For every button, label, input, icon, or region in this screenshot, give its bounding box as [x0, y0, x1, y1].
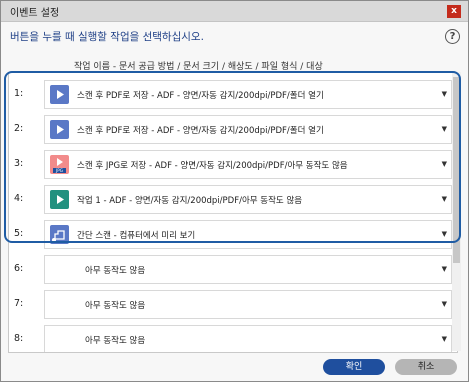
- job-select[interactable]: 아무 동작도 않음 ▼: [44, 325, 452, 352]
- row-number: 6:: [14, 263, 24, 274]
- close-button[interactable]: x: [447, 5, 461, 18]
- job-label: 아무 동작도 않음: [85, 301, 146, 311]
- list-item: 6: 아무 동작도 않음 ▼: [9, 251, 457, 286]
- dropdown-arrow-icon[interactable]: ▼: [442, 300, 447, 308]
- dialog-title: 이벤트 설정: [10, 8, 60, 19]
- selection-highlight: [4, 71, 461, 243]
- row-number: 8:: [14, 333, 24, 344]
- cancel-button[interactable]: 취소: [395, 359, 457, 375]
- event-settings-dialog: 이벤트 설정 x 버튼을 누를 때 실행할 작업을 선택하십시오. ? 작업 이…: [0, 0, 469, 382]
- title-bar[interactable]: 이벤트 설정 x: [1, 1, 468, 22]
- row-number: 7:: [14, 298, 24, 309]
- job-label: 아무 동작도 않음: [85, 336, 146, 346]
- job-label: 아무 동작도 않음: [85, 266, 146, 276]
- list-item: 8: 아무 동작도 않음 ▼: [9, 321, 457, 352]
- help-icon[interactable]: ?: [445, 29, 460, 44]
- ok-button[interactable]: 확인: [323, 359, 385, 375]
- instruction-text: 버튼을 누를 때 실행할 작업을 선택하십시오.: [10, 31, 204, 43]
- job-select[interactable]: 아무 동작도 않음 ▼: [44, 290, 452, 319]
- dropdown-arrow-icon[interactable]: ▼: [442, 335, 447, 343]
- list-item: 7: 아무 동작도 않음 ▼: [9, 286, 457, 321]
- job-select[interactable]: 아무 동작도 않음 ▼: [44, 255, 452, 284]
- dropdown-arrow-icon[interactable]: ▼: [442, 265, 447, 273]
